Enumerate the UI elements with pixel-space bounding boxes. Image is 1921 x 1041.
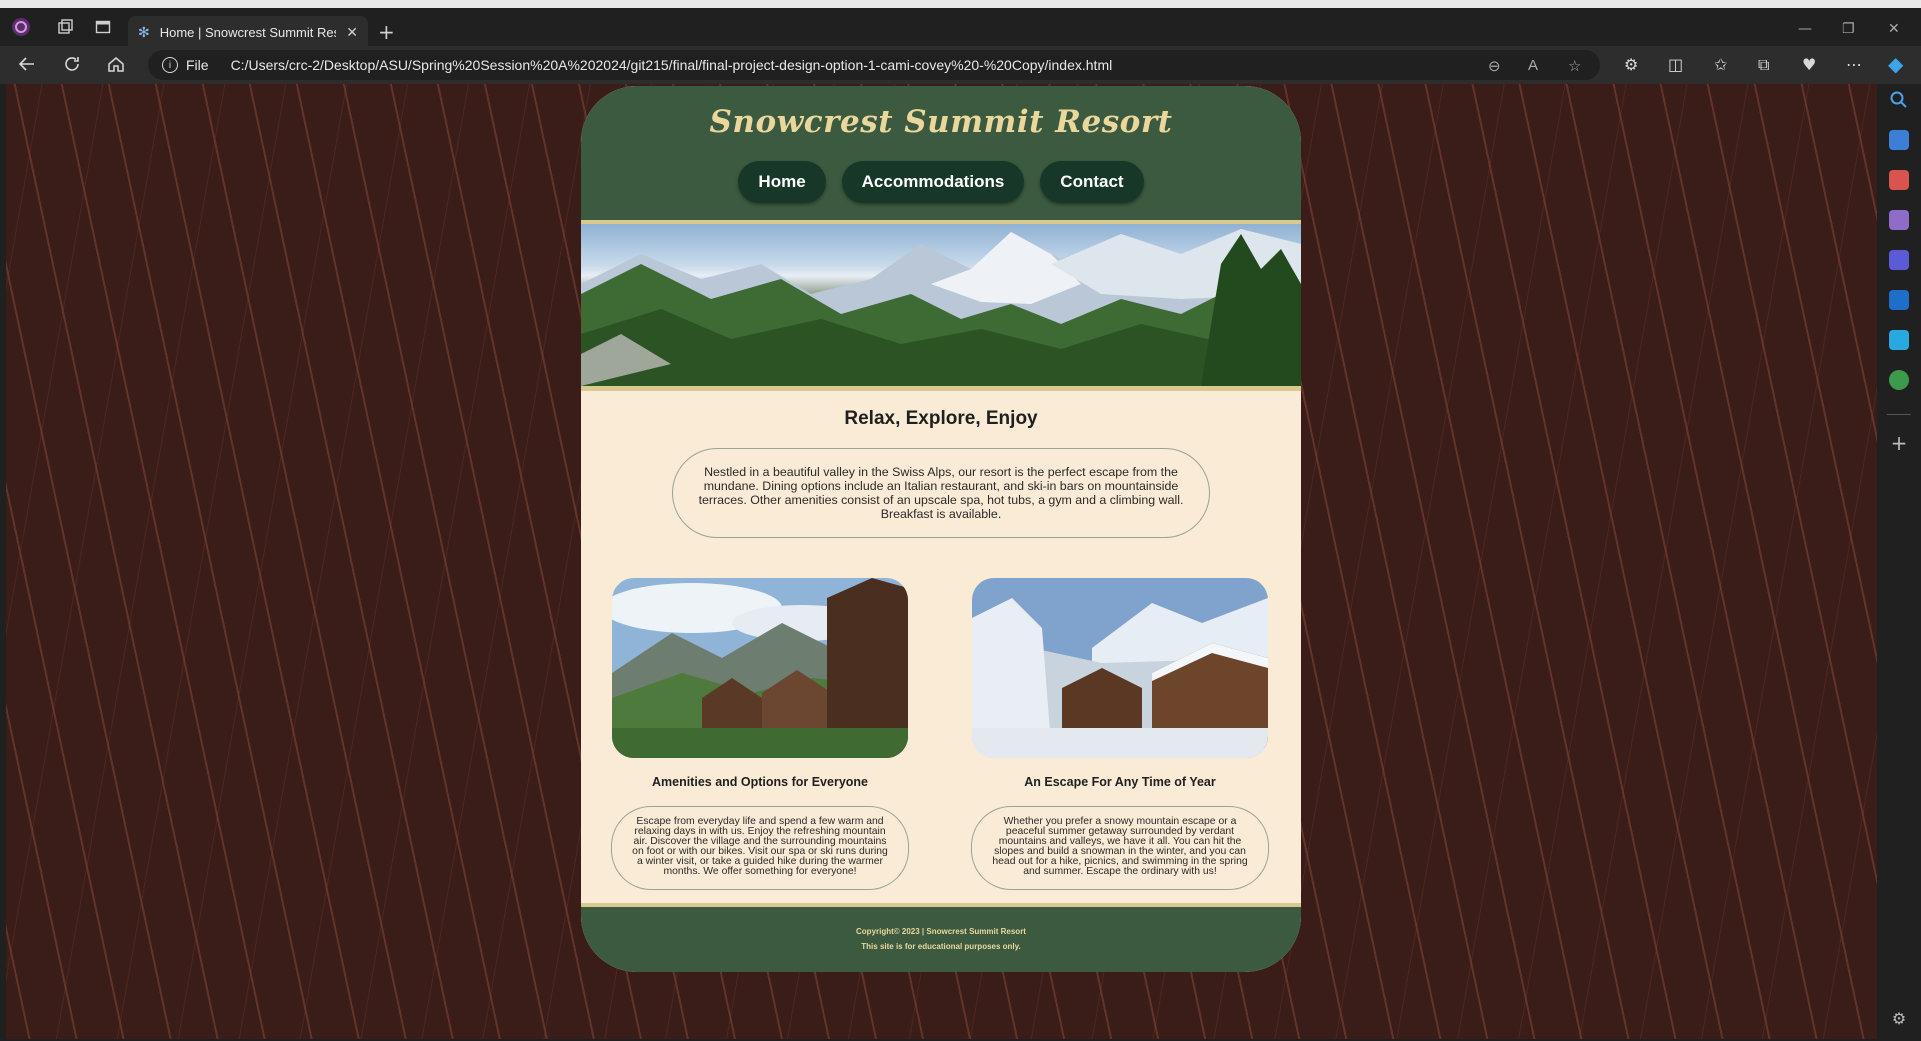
zoom-out-icon[interactable]: ⊖: [1488, 57, 1501, 75]
extensions-icon[interactable]: ⚙: [1624, 55, 1638, 74]
address-scheme: File: [186, 57, 209, 73]
browser-tab-active[interactable]: ✻ Home | Snowcrest Summit Resor ✕: [128, 16, 368, 48]
site-title: Snowcrest Summit Resort: [709, 104, 1173, 140]
collections-icon[interactable]: ⧉: [1758, 55, 1769, 75]
favorite-star-icon[interactable]: ☆: [1568, 57, 1581, 75]
footer-copyright: Copyright© 2023 | Snowcrest Summit Resor…: [856, 927, 1026, 936]
more-menu-icon[interactable]: ⋯: [1846, 55, 1862, 74]
browser-titlebar: ✻ Home | Snowcrest Summit Resor ✕ + — ❐ …: [0, 0, 1921, 48]
address-url[interactable]: C:/Users/crc-2/Desktop/ASU/Spring%20Sess…: [231, 57, 1113, 73]
home-icon[interactable]: [107, 55, 125, 78]
intro-paragraph: Nestled in a beautiful valley in the Swi…: [672, 448, 1210, 538]
tab-actions-icon[interactable]: [92, 16, 114, 38]
nav-accommodations-button[interactable]: Accommodations: [841, 161, 1025, 203]
browser-toolbar: i File C:/Users/crc-2/Desktop/ASU/Spring…: [0, 46, 1921, 84]
settings-gear-icon[interactable]: ⚙: [1889, 1009, 1909, 1029]
favorites-icon[interactable]: ✩: [1714, 55, 1727, 74]
main-content: Relax, Explore, Enjoy Nestled in a beaut…: [581, 408, 1301, 908]
village-summer-image: [612, 578, 908, 758]
feature-column-escape: An Escape For Any Time of Year Whether y…: [971, 578, 1269, 890]
nav-contact-button[interactable]: Contact: [1040, 161, 1144, 203]
performance-icon[interactable]: ♥: [1802, 55, 1816, 74]
hero-mountain-image: [581, 224, 1301, 386]
close-window-icon[interactable]: ✕: [1888, 21, 1900, 37]
address-bar[interactable]: i File C:/Users/crc-2/Desktop/ASU/Spring…: [148, 50, 1600, 80]
workspaces-icon[interactable]: [54, 16, 76, 38]
village-winter-image: [972, 578, 1268, 758]
main-heading: Relax, Explore, Enjoy: [844, 408, 1038, 429]
info-icon[interactable]: i: [162, 57, 178, 73]
tab-title: Home | Snowcrest Summit Resor: [159, 24, 337, 40]
snowflake-icon: ✻: [138, 23, 150, 40]
site-nav: Home Accommodations Contact: [581, 161, 1301, 203]
tree-icon[interactable]: [1889, 370, 1909, 390]
amenities-text: Escape from everyday life and spend a fe…: [611, 806, 909, 890]
site-header: Snowcrest Summit Resort Home Accommodati…: [581, 86, 1301, 220]
site-footer: Copyright© 2023 | Snowcrest Summit Resor…: [581, 907, 1301, 972]
back-arrow-icon[interactable]: [18, 55, 36, 78]
escape-title: An Escape For Any Time of Year: [1024, 775, 1216, 789]
shopping-tag-icon[interactable]: [1889, 130, 1909, 150]
copilot-apps-icon[interactable]: [1889, 250, 1909, 270]
games-icon[interactable]: [1889, 210, 1909, 230]
feature-columns: Amenities and Options for Everyone Escap…: [581, 578, 1301, 908]
amenities-title: Amenities and Options for Everyone: [651, 775, 868, 789]
hero-border-bottom: [581, 386, 1301, 391]
page-viewport: Snowcrest Summit Resort Home Accommodati…: [6, 84, 1877, 1039]
copilot-icon[interactable]: ◆: [1888, 52, 1903, 76]
sidebar-divider: [1887, 414, 1911, 415]
send-icon[interactable]: [1889, 330, 1909, 350]
outlook-icon[interactable]: [1889, 290, 1909, 310]
nav-home-button[interactable]: Home: [738, 161, 826, 203]
feature-column-amenities: Amenities and Options for Everyone Escap…: [611, 578, 909, 890]
restore-icon[interactable]: ❐: [1842, 21, 1855, 37]
refresh-icon[interactable]: [63, 55, 81, 78]
close-tab-icon[interactable]: ✕: [346, 24, 358, 41]
footer-disclaimer: This site is for educational purposes on…: [861, 942, 1021, 951]
add-icon[interactable]: +: [1889, 433, 1909, 454]
profile-icon[interactable]: [10, 16, 32, 38]
site-card: Snowcrest Summit Resort Home Accommodati…: [581, 86, 1301, 972]
read-aloud-icon[interactable]: A: [1528, 57, 1538, 74]
split-screen-icon[interactable]: ◫: [1668, 55, 1683, 74]
new-tab-icon[interactable]: +: [378, 20, 395, 44]
search-icon[interactable]: [1889, 90, 1909, 110]
edge-sidebar: + ⚙: [1877, 84, 1921, 1041]
escape-text: Whether you prefer a snowy mountain esca…: [971, 806, 1269, 890]
minimize-icon[interactable]: —: [1798, 21, 1812, 37]
tools-icon[interactable]: [1889, 170, 1909, 190]
